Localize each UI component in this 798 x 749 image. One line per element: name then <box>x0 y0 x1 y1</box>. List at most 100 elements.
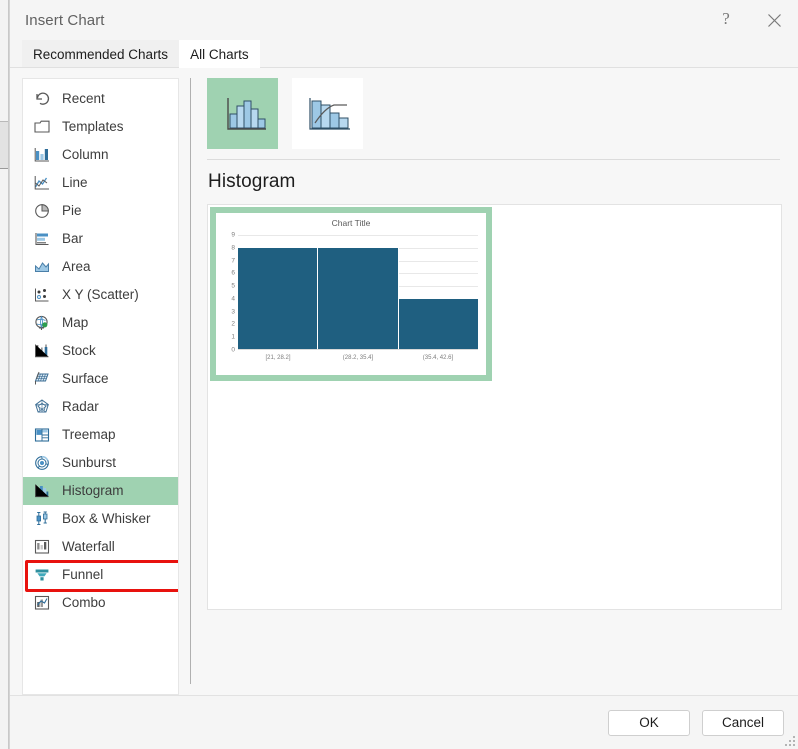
sidebar-item-label: Line <box>62 175 88 191</box>
chart-preview-panel: Chart Title 0 1 2 3 4 5 6 7 8 9 [21, 28.2] (28.2, … <box>207 204 782 610</box>
chart-bars <box>238 235 478 350</box>
sidebar-item-stock[interactable]: Stock <box>23 337 178 365</box>
map-icon <box>31 313 53 333</box>
chart-type-list[interactable]: Recent Templates Column Line Pie Bar Are… <box>22 78 179 695</box>
background-cell-line-bottom <box>0 168 8 169</box>
ok-button[interactable]: OK <box>608 709 690 736</box>
sidebar-item-histogram[interactable]: Histogram <box>23 477 178 505</box>
sidebar-item-label: Waterfall <box>62 539 115 555</box>
dialog-tabstrip: Recommended Charts All Charts <box>10 40 798 68</box>
chart-x-tick-label: (35.4, 42.6] <box>422 355 454 361</box>
area-icon <box>31 257 53 277</box>
chart-bar <box>318 247 399 350</box>
sunburst-icon <box>31 453 53 473</box>
combo-icon <box>31 593 53 613</box>
sidebar-item-scatter[interactable]: X Y (Scatter) <box>23 281 178 309</box>
sidebar-item-bar[interactable]: Bar <box>23 225 178 253</box>
dialog-footer: OK Cancel <box>10 695 798 749</box>
chart-bar <box>398 298 478 350</box>
line-icon <box>31 173 53 193</box>
sidebar-item-sunburst[interactable]: Sunburst <box>23 449 178 477</box>
sidebar-item-treemap[interactable]: Treemap <box>23 421 178 449</box>
chart-y-tick-label: 4 <box>231 295 235 303</box>
histogram-icon <box>31 481 53 501</box>
pareto-subtype-thumbnail[interactable] <box>292 78 363 149</box>
tab-all-charts[interactable]: All Charts <box>179 40 260 68</box>
histogram-subtype-thumbnail[interactable] <box>207 78 278 149</box>
bar-icon <box>31 229 53 249</box>
chart-y-tick-label: 6 <box>231 269 235 277</box>
chart-type-heading: Histogram <box>208 171 296 192</box>
sidebar-item-funnel[interactable]: Funnel <box>23 561 178 589</box>
chart-x-tick-label: (28.2, 35.4] <box>342 355 374 361</box>
dialog-titlebar: Insert Chart ? <box>10 0 798 40</box>
chart-x-axis-line <box>238 349 478 350</box>
sidebar-item-label: Histogram <box>62 483 124 499</box>
sidebar-item-label: Stock <box>62 343 96 359</box>
sidebar-item-pie[interactable]: Pie <box>23 197 178 225</box>
sidebar-item-label: Box & Whisker <box>62 511 151 527</box>
sidebar-item-templates[interactable]: Templates <box>23 113 178 141</box>
recent-icon <box>31 89 53 109</box>
tab-recommended-charts[interactable]: Recommended Charts <box>22 40 180 68</box>
background-panel-left <box>0 0 8 749</box>
waterfall-icon <box>31 537 53 557</box>
funnel-icon <box>31 565 53 585</box>
sidebar-item-waterfall[interactable]: Waterfall <box>23 533 178 561</box>
sidebar-item-label: Recent <box>62 91 105 107</box>
sidebar-item-area[interactable]: Area <box>23 253 178 281</box>
box-whisker-icon <box>31 509 53 529</box>
sidebar-item-combo[interactable]: Combo <box>23 589 178 617</box>
sidebar-item-map[interactable]: Map <box>23 309 178 337</box>
sidebar-item-radar[interactable]: Radar <box>23 393 178 421</box>
sidebar-item-surface[interactable]: Surface <box>23 365 178 393</box>
sidebar-item-label: Combo <box>62 595 106 611</box>
chart-y-tick-label: 3 <box>231 308 235 316</box>
sidebar-item-box-whisker[interactable]: Box & Whisker <box>23 505 178 533</box>
sidebar-item-label: Funnel <box>62 567 104 583</box>
surface-icon <box>31 369 53 389</box>
chart-preview-canvas: Chart Title 0 1 2 3 4 5 6 7 8 9 [21, 28.2] (28.2, … <box>216 213 486 375</box>
scatter-icon <box>31 285 53 305</box>
sidebar-item-label: Pie <box>62 203 82 219</box>
radar-icon <box>31 397 53 417</box>
insert-chart-dialog: Insert Chart ? Recommended Charts All Ch… <box>9 0 798 749</box>
background-cell-highlight <box>0 122 8 168</box>
sidebar-item-label: Templates <box>62 119 124 135</box>
chart-bar <box>238 247 319 350</box>
dialog-title: Insert Chart <box>25 11 105 29</box>
templates-icon <box>31 117 53 137</box>
chart-preview-card[interactable]: Chart Title 0 1 2 3 4 5 6 7 8 9 [21, 28.2] (28.2, … <box>210 207 492 381</box>
chart-y-tick-label: 7 <box>231 257 235 265</box>
dialog-body: Recent Templates Column Line Pie Bar Are… <box>10 68 798 695</box>
titlebar-buttons: ? <box>702 0 798 40</box>
chart-title: Chart Title <box>331 218 371 228</box>
sidebar-item-label: Bar <box>62 231 84 247</box>
pie-icon <box>31 201 53 221</box>
sidebar-item-column[interactable]: Column <box>23 141 178 169</box>
sidebar-item-label: Area <box>62 259 91 275</box>
column-icon <box>31 145 53 165</box>
chart-y-tick-label: 9 <box>231 231 235 239</box>
pane-splitter[interactable] <box>190 78 191 684</box>
resize-grip[interactable] <box>783 734 795 746</box>
treemap-icon <box>31 425 53 445</box>
chart-plot-area: 0 1 2 3 4 5 6 7 8 9 [21, 28.2] (28.2, 35.4] (35.4, … <box>231 232 478 361</box>
chart-y-tick-label: 5 <box>231 282 235 290</box>
help-icon[interactable]: ? <box>702 0 750 40</box>
sidebar-item-label: X Y (Scatter) <box>62 287 139 303</box>
sidebar-item-recent[interactable]: Recent <box>23 85 178 113</box>
subtype-thumbnail-row <box>203 78 786 149</box>
sidebar-item-label: Treemap <box>62 427 116 443</box>
chart-x-tick-label: [21, 28.2] <box>265 355 291 361</box>
chart-y-tick-label: 1 <box>231 333 235 341</box>
chart-subtype-pane: Histogram Chart Title 0 1 2 3 4 5 6 7 8 9 [21, 28… <box>203 78 786 695</box>
background-cell-line-top <box>0 121 8 122</box>
cancel-button[interactable]: Cancel <box>702 709 784 736</box>
stock-icon <box>31 341 53 361</box>
chart-y-tick-label: 8 <box>231 244 235 252</box>
sidebar-item-label: Sunburst <box>62 455 117 471</box>
close-icon[interactable] <box>750 0 798 40</box>
sidebar-item-label: Map <box>62 315 89 331</box>
sidebar-item-line[interactable]: Line <box>23 169 178 197</box>
